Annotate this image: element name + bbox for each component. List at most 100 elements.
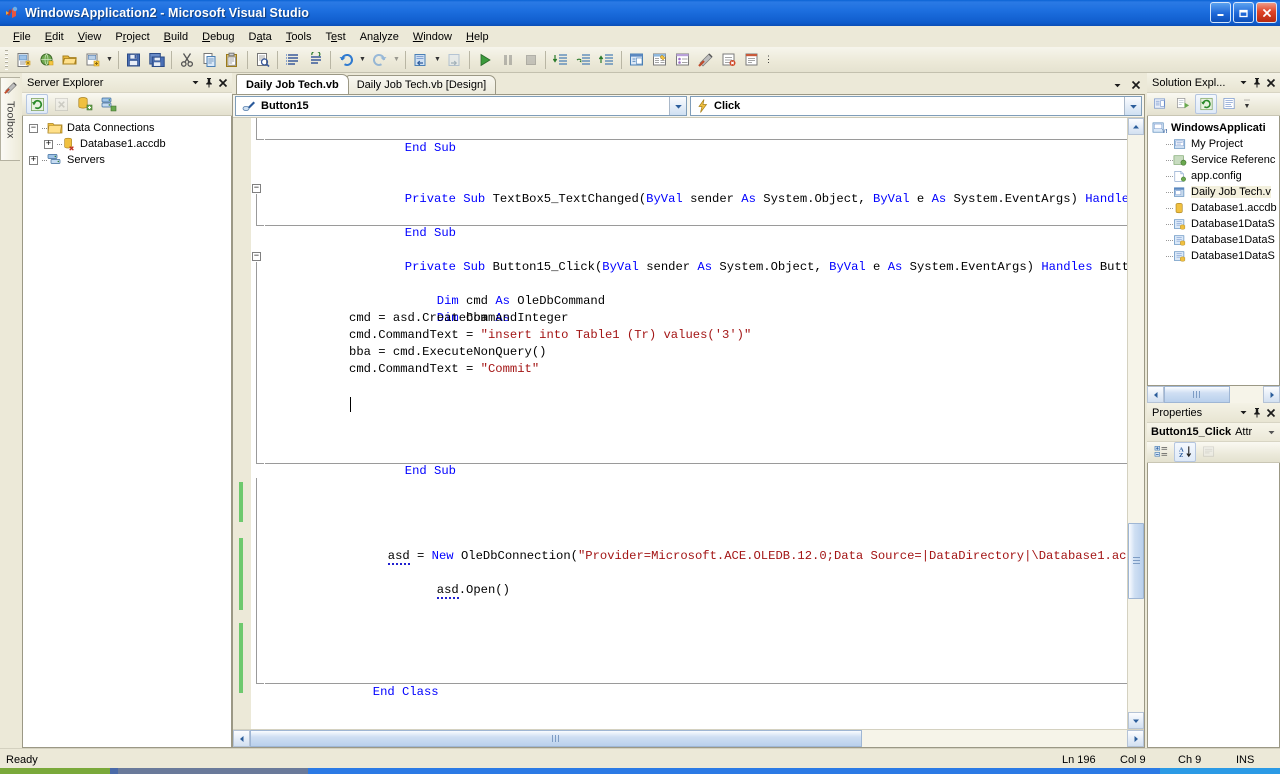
expander-expand-icon[interactable]: + (29, 156, 38, 165)
undo-dropdown-icon[interactable]: ▼ (357, 49, 368, 71)
solution-explorer-tree[interactable]: VB WindowsApplicati (1147, 116, 1280, 386)
solution-explorer-icon[interactable] (625, 49, 648, 71)
expander-collapse-icon[interactable]: − (29, 124, 38, 133)
menu-item-data[interactable]: Data (242, 28, 279, 46)
chevron-right-icon[interactable] (1127, 730, 1144, 747)
collapse-box[interactable]: − (252, 184, 261, 193)
navigate-back-icon[interactable] (409, 49, 432, 71)
toolbox-icon[interactable] (694, 49, 717, 71)
tree-item-servers[interactable]: + Servers (27, 152, 231, 168)
chevron-down-icon[interactable] (1236, 405, 1250, 420)
outlining-margin[interactable]: − − (251, 118, 265, 729)
tree-item-dataset-1[interactable]: Database1DataS (1150, 216, 1279, 232)
tree-item-project[interactable]: VB WindowsApplicati (1150, 120, 1279, 136)
open-file-icon[interactable] (58, 49, 81, 71)
categorized-icon[interactable] (1150, 442, 1172, 462)
close-button[interactable] (1256, 2, 1277, 23)
properties-window-icon[interactable] (648, 49, 671, 71)
menu-item-view[interactable]: View (71, 28, 109, 46)
tree-item-data-connections[interactable]: − Data Connections (27, 120, 231, 136)
view-code-icon[interactable] (1218, 94, 1240, 114)
chevron-left-icon[interactable] (1147, 386, 1164, 403)
cut-icon[interactable] (175, 49, 198, 71)
chevron-down-icon[interactable] (1128, 712, 1144, 729)
chevron-down-icon[interactable] (669, 97, 686, 115)
properties-object-selector[interactable]: Button15_Click Attr (1147, 422, 1280, 441)
editor-vertical-scrollbar[interactable] (1127, 118, 1144, 729)
maximize-button[interactable] (1233, 2, 1254, 23)
member-combo[interactable]: Click (690, 96, 1142, 116)
overflow-icon[interactable]: ⋯▼ (1241, 94, 1253, 114)
toolbar-overflow-icon[interactable]: ⋮ (763, 49, 774, 71)
scrollbar-thumb[interactable] (250, 730, 862, 747)
tree-item-service-references[interactable]: Service Referenc (1150, 152, 1279, 168)
stop-icon[interactable] (519, 49, 542, 71)
menu-item-analyze[interactable]: Analyze (353, 28, 406, 46)
pin-icon[interactable] (1250, 405, 1264, 420)
object-browser-icon[interactable] (671, 49, 694, 71)
redo-icon[interactable] (368, 49, 391, 71)
chevron-down-icon[interactable] (1124, 97, 1141, 115)
tree-item-dataset-3[interactable]: Database1DataS (1150, 248, 1279, 264)
class-combo[interactable]: Button15 (235, 96, 687, 116)
menu-item-window[interactable]: Window (406, 28, 459, 46)
tree-item-my-project[interactable]: My Project (1150, 136, 1279, 152)
properties-grid[interactable] (1147, 463, 1280, 748)
stop-icon[interactable] (50, 94, 72, 114)
toolbar-grip[interactable] (3, 50, 10, 70)
scrollbar-track[interactable] (1128, 135, 1144, 712)
tree-item-database1[interactable]: + Database1.accdb (27, 136, 231, 152)
chevron-down-icon[interactable] (188, 75, 202, 90)
tree-item-app-config[interactable]: app.config (1150, 168, 1279, 184)
tree-item-dataset-2[interactable]: Database1DataS (1150, 232, 1279, 248)
tree-item-daily-job-tech-vb[interactable]: Daily Job Tech.v (1150, 184, 1279, 200)
close-icon[interactable] (216, 75, 230, 90)
copy-icon[interactable] (198, 49, 221, 71)
close-icon[interactable] (1129, 78, 1143, 92)
comment-icon[interactable] (281, 49, 304, 71)
chevron-up-icon[interactable] (1128, 118, 1144, 135)
error-list-icon[interactable] (717, 49, 740, 71)
redo-dropdown-icon[interactable]: ▼ (391, 49, 402, 71)
save-icon[interactable] (122, 49, 145, 71)
navigate-back-dropdown-icon[interactable]: ▼ (432, 49, 443, 71)
connect-to-database-icon[interactable] (74, 94, 96, 114)
close-icon[interactable] (1264, 405, 1278, 420)
connect-to-server-icon[interactable] (98, 94, 120, 114)
step-out-icon[interactable] (595, 49, 618, 71)
paste-icon[interactable] (221, 49, 244, 71)
menu-item-project[interactable]: Project (108, 28, 156, 46)
expander-expand-icon[interactable]: + (44, 140, 53, 149)
tree-item-database1-accdb[interactable]: Database1.accdb (1150, 200, 1279, 216)
document-tab-code[interactable]: Daily Job Tech.vb (236, 74, 349, 94)
pause-icon[interactable] (496, 49, 519, 71)
scrollbar-track[interactable] (1164, 386, 1263, 403)
refresh-icon[interactable] (26, 94, 48, 114)
solution-explorer-horizontal-scrollbar[interactable] (1147, 386, 1280, 403)
menu-item-edit[interactable]: Edit (38, 28, 71, 46)
start-debugging-icon[interactable] (473, 49, 496, 71)
collapse-box[interactable]: − (252, 252, 261, 261)
indicator-margin[interactable] (233, 118, 251, 729)
chevron-down-icon[interactable] (1110, 78, 1124, 92)
pin-icon[interactable] (202, 75, 216, 90)
add-new-item-dropdown-icon[interactable]: ▼ (104, 49, 115, 71)
add-new-website-icon[interactable] (35, 49, 58, 71)
code-text-area[interactable]: End Sub Private Sub TextBox5_TextChanged… (265, 118, 1127, 729)
step-into-icon[interactable] (549, 49, 572, 71)
editor-horizontal-scrollbar[interactable] (233, 729, 1144, 747)
close-icon[interactable] (1264, 75, 1278, 90)
server-explorer-tree[interactable]: − Data Connections + (22, 116, 232, 748)
menu-item-test[interactable]: Test (319, 28, 353, 46)
save-all-icon[interactable] (145, 49, 168, 71)
chevron-down-icon[interactable] (1236, 75, 1250, 90)
undo-icon[interactable] (334, 49, 357, 71)
alphabetical-icon[interactable]: A Z (1174, 442, 1196, 462)
scrollbar-thumb[interactable] (1128, 523, 1144, 599)
refresh-icon[interactable] (1195, 94, 1217, 114)
menu-item-build[interactable]: Build (157, 28, 195, 46)
menu-item-debug[interactable]: Debug (195, 28, 241, 46)
minimize-button[interactable] (1210, 2, 1231, 23)
show-all-files-icon[interactable] (1172, 94, 1194, 114)
navigate-forward-icon[interactable] (443, 49, 466, 71)
